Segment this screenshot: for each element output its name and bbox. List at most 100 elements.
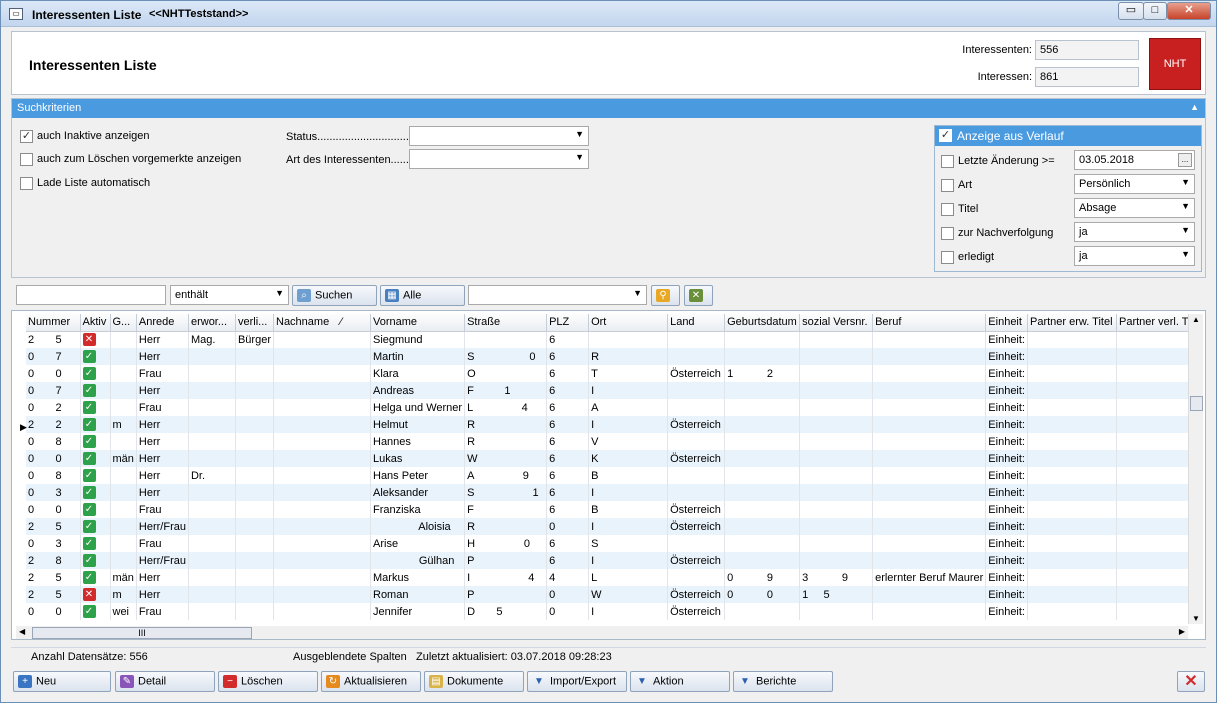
table-row[interactable]: 0 7 ✓ Herr Andreas F 1 6 I Einheit: <box>26 382 1197 399</box>
lade-checkbox[interactable] <box>20 177 33 190</box>
verlauf-checkbox[interactable]: ✓ <box>939 129 952 142</box>
col-vorname[interactable]: Vorname <box>370 314 466 332</box>
collapse-icon[interactable]: ▲ <box>1190 102 1199 112</box>
search-button[interactable]: ⌕ Suchen <box>292 285 377 306</box>
scroll-up-icon[interactable]: ▲ <box>1192 315 1200 324</box>
nachverfolgung-select[interactable]: ja ▼ <box>1074 222 1195 242</box>
erledigt-checkbox[interactable] <box>941 251 954 264</box>
nachverfolgung-checkbox[interactable] <box>941 227 954 240</box>
col-geschlecht[interactable]: G... <box>110 314 137 332</box>
search-criteria-header[interactable]: Suchkriterien ▲ <box>12 99 1205 118</box>
cell-vorname: Jennifer <box>370 603 466 620</box>
detail-button[interactable]: ✎ Detail <box>115 671 215 692</box>
col-einheit[interactable]: Einheit <box>985 314 1028 332</box>
import-export-button[interactable]: ▼ Import/Export <box>527 671 627 692</box>
cell-sv <box>799 416 874 433</box>
letzte-aenderung-checkbox[interactable] <box>941 155 954 168</box>
close-button[interactable]: ✕ <box>1167 2 1211 20</box>
titel-select[interactable]: Absage ▼ <box>1074 198 1195 218</box>
cross-icon: ✕ <box>82 333 96 347</box>
col-erworben[interactable]: erwor... <box>188 314 236 332</box>
filter-text-input[interactable] <box>16 285 166 305</box>
app-icon[interactable]: ▭ <box>9 8 23 20</box>
col-nummer[interactable]: Nummer <box>26 314 81 332</box>
cell-partner <box>1027 348 1117 365</box>
table-row[interactable]: 2 8 ✓ Herr/Frau Gülhan P 6 I Österreich Einheit… <box>26 552 1197 569</box>
cell-sv <box>799 552 874 569</box>
col-plz[interactable]: PLZ <box>546 314 590 332</box>
refresh-button[interactable]: ↻ Aktualisieren <box>321 671 421 692</box>
check-icon: ✓ <box>82 452 96 465</box>
cell-beruf <box>872 331 987 348</box>
cell-nachname <box>273 382 371 399</box>
horizontal-scroll-thumb[interactable]: III <box>32 627 252 639</box>
all-button[interactable]: ▦ Alle <box>380 285 465 306</box>
scroll-down-icon[interactable]: ▼ <box>1192 614 1200 623</box>
documents-button[interactable]: ▤ Dokumente <box>424 671 524 692</box>
clear-filter-button[interactable]: ✕ <box>684 285 713 306</box>
col-partner-verl[interactable]: Partner verl. Tit <box>1116 314 1197 332</box>
saved-filter-select[interactable]: ▼ <box>468 285 647 305</box>
minimize-button[interactable]: ▭ <box>1118 2 1144 20</box>
col-strasse[interactable]: Straße <box>464 314 548 332</box>
cell-beruf <box>872 416 987 433</box>
filter-mode-select[interactable]: enthält ▼ <box>170 285 289 305</box>
table-row[interactable]: 0 0 ✓ Frau Klara O 6 T Österreich 1 2 Einheit: <box>26 365 1197 382</box>
hidden-columns[interactable]: Ausgeblendete Spalten <box>293 651 407 663</box>
table-row[interactable]: 0 7 ✓ Herr Martin S 0 6 R Einheit: <box>26 348 1197 365</box>
titel-value: Absage <box>1079 202 1117 214</box>
search-criteria-title: Suchkriterien <box>17 102 82 114</box>
loeschen-checkbox[interactable] <box>20 153 33 166</box>
cell-partner <box>1027 603 1117 620</box>
col-anrede[interactable]: Anrede <box>136 314 189 332</box>
art-verlauf-select[interactable]: Persönlich ▼ <box>1074 174 1195 194</box>
table-row[interactable]: 0 3 ✓ Frau Arise H 0 6 S Einheit: <box>26 535 1197 552</box>
table-row[interactable]: 0 8 ✓ Herr Hannes R 6 V Einheit: <box>26 433 1197 450</box>
vertical-scroll-thumb[interactable] <box>1190 396 1203 411</box>
col-beruf[interactable]: Beruf <box>872 314 987 332</box>
art-verlauf-checkbox[interactable] <box>941 179 954 192</box>
vertical-scrollbar[interactable]: ▲ ▼ <box>1188 314 1203 624</box>
cell-nummer: 0 0 <box>26 365 81 382</box>
table-row[interactable]: 2 5 ✕ m Herr Roman P 0 W Österreich 0 01 5 Einheit… <box>26 586 1197 603</box>
inaktive-checkbox[interactable]: ✓ <box>20 130 33 143</box>
date-picker-icon[interactable]: ... <box>1178 153 1192 167</box>
status-select[interactable]: ▼ <box>409 126 589 146</box>
table-row[interactable]: 2 2 ✓ m Herr Helmut R 6 I Österreich Einheit: <box>26 416 1197 433</box>
maximize-button[interactable]: □ <box>1143 2 1167 20</box>
interessenten-count: 556 <box>1035 40 1139 60</box>
horizontal-scrollbar[interactable]: ◀ III ▶ <box>16 626 1188 639</box>
table-row[interactable]: 0 0 ✓ wei Frau Jennifer D 5 0 I Österreich Einhei… <box>26 603 1197 620</box>
scroll-right-icon[interactable]: ▶ <box>1179 627 1185 636</box>
action-button[interactable]: ▼ Aktion <box>630 671 730 692</box>
new-button[interactable]: + Neu <box>13 671 111 692</box>
cell-einheit: Einheit: <box>985 467 1028 484</box>
col-geburtsdatum[interactable]: Geburtsdatum <box>724 314 801 332</box>
col-verliehen[interactable]: verli... <box>235 314 275 332</box>
titel-checkbox[interactable] <box>941 203 954 216</box>
table-row[interactable]: 0 0 ✓ män Herr Lukas W 6 K Österreich Einheit: <box>26 450 1197 467</box>
close-form-button[interactable]: ✕ <box>1177 671 1205 692</box>
col-aktiv[interactable]: Aktiv <box>80 314 111 332</box>
table-row[interactable]: 2 5 ✓ män Herr Markus I 44L 0 93 9 erlernter Be… <box>26 569 1197 586</box>
table-row[interactable]: 0 0 ✓ Frau Franziska F 6 B Österreich Einheit: <box>26 501 1197 518</box>
delete-button[interactable]: − Löschen <box>218 671 318 692</box>
scroll-left-icon[interactable]: ◀ <box>19 627 25 636</box>
col-partner-erw[interactable]: Partner erw. Titel <box>1027 314 1117 332</box>
art-select[interactable]: ▼ <box>409 149 589 169</box>
col-land[interactable]: Land <box>667 314 726 332</box>
cell-einheit: Einheit: <box>985 433 1028 450</box>
table-row[interactable]: 2 5 ✕ Herr Mag. Bürger Siegmund 6 Einheit: <box>26 331 1197 348</box>
table-row[interactable]: 0 2 ✓ Frau Helga und Werner L 4 6 A Einheit: <box>26 399 1197 416</box>
letzte-aenderung-value: 03.05.2018 <box>1079 154 1135 166</box>
letzte-aenderung-date[interactable]: 03.05.2018... <box>1074 150 1195 170</box>
table-row[interactable]: 0 8 ✓ Herr Dr. Hans Peter A 9 6 B Einheit: <box>26 467 1197 484</box>
col-ort[interactable]: Ort <box>588 314 669 332</box>
col-nachname[interactable]: Nachname ⁄ <box>273 314 371 332</box>
table-row[interactable]: 0 3 ✓ Herr Aleksander S 1 6 I Einheit: <box>26 484 1197 501</box>
pin-button[interactable]: ⚲ <box>651 285 680 306</box>
col-sv[interactable]: sozial Versnr. <box>799 314 874 332</box>
reports-button[interactable]: ▼ Berichte <box>733 671 833 692</box>
erledigt-select[interactable]: ja ▼ <box>1074 246 1195 266</box>
table-row[interactable]: 2 5 ✓ Herr/Frau Aloisia R 0 I Österreich Einhei… <box>26 518 1197 535</box>
